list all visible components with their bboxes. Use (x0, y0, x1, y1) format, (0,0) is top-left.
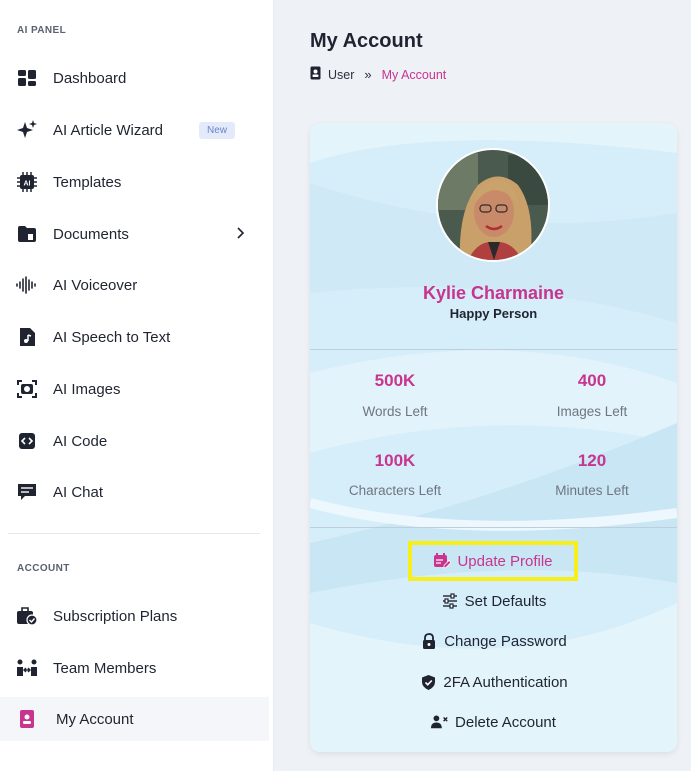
delete-account-button[interactable]: Delete Account (310, 711, 677, 733)
sidebar-item-ai-code[interactable]: AI Code (0, 419, 269, 463)
camera-icon (16, 378, 38, 400)
update-profile-label: Update Profile (457, 552, 553, 570)
chat-icon (16, 481, 38, 503)
sparkles-icon (16, 119, 38, 141)
lock-icon (420, 632, 438, 650)
audio-file-icon (16, 326, 38, 348)
avatar[interactable] (436, 148, 550, 262)
soundwave-icon (16, 274, 38, 296)
team-icon (16, 657, 38, 679)
stat-label-characters: Characters Left (348, 483, 442, 498)
sidebar-item-ai-speech-to-text[interactable]: AI Speech to Text (0, 315, 269, 359)
change-password-label: Change Password (444, 632, 567, 650)
stat-label-words: Words Left (362, 404, 428, 419)
shield-check-icon (419, 673, 437, 691)
id-badge-icon (16, 708, 38, 730)
sidebar-item-label: Dashboard (53, 69, 127, 87)
id-card-icon (310, 66, 321, 83)
breadcrumb: User » My Account (310, 66, 446, 83)
stat-value-images: 400 (577, 371, 607, 390)
set-defaults-label: Set Defaults (464, 592, 547, 610)
set-defaults-button[interactable]: Set Defaults (310, 590, 677, 612)
sidebar-item-ai-voiceover[interactable]: AI Voiceover (0, 263, 269, 307)
update-profile-button[interactable]: Update Profile (408, 541, 578, 581)
dashboard-icon (16, 67, 38, 89)
breadcrumb-current[interactable]: My Account (382, 68, 447, 82)
sidebar-item-label: AI Chat (53, 483, 104, 501)
sidebar-item-my-account[interactable]: My Account (0, 697, 269, 741)
user-remove-icon (431, 713, 449, 731)
stat-value-minutes: 120 (577, 451, 607, 470)
delete-account-label: Delete Account (455, 713, 556, 731)
sidebar-item-templates[interactable]: AI Templates (0, 160, 269, 204)
calendar-edit-icon (433, 552, 452, 570)
2fa-authentication-label: 2FA Authentication (443, 673, 568, 691)
profile-card: Kylie Charmaine Happy Person 500K Words … (310, 123, 677, 752)
page-title: My Account (310, 30, 423, 52)
sidebar-item-ai-images[interactable]: AI Images (0, 367, 269, 411)
stat-value-characters: 100K (374, 451, 416, 470)
profile-name: Kylie Charmaine (422, 283, 565, 303)
sidebar-item-ai-chat[interactable]: AI Chat (0, 470, 269, 514)
chevron-right-icon (235, 226, 245, 245)
2fa-authentication-button[interactable]: 2FA Authentication (310, 671, 677, 693)
sidebar-item-label: AI Code (53, 432, 108, 450)
code-icon (16, 430, 38, 452)
stat-value-words: 500K (374, 371, 416, 390)
sidebar-item-label: AI Voiceover (53, 276, 138, 294)
sidebar-item-subscription-plans[interactable]: Subscription Plans (0, 594, 269, 638)
sidebar-item-label: My Account (56, 710, 134, 728)
ai-chip-icon: AI (16, 171, 38, 193)
sidebar-item-label: AI Images (53, 380, 121, 398)
sidebar-item-label: AI Article Wizard (53, 121, 164, 139)
sidebar-divider (8, 533, 260, 534)
card-divider (310, 349, 677, 350)
sidebar-item-team-members[interactable]: Team Members (0, 646, 269, 690)
sidebar-item-label: Templates (53, 173, 122, 191)
change-password-button[interactable]: Change Password (310, 630, 677, 652)
stat-label-images: Images Left (556, 404, 628, 419)
sidebar-item-label: AI Speech to Text (53, 328, 171, 346)
sidebar-item-label: Team Members (53, 659, 157, 677)
sidebar-item-label: Subscription Plans (53, 607, 178, 625)
stat-label-minutes: Minutes Left (555, 483, 629, 498)
sidebar-item-dashboard[interactable]: Dashboard (0, 56, 269, 100)
card-divider (310, 527, 677, 528)
profile-role: Happy Person (449, 306, 538, 321)
svg-text:AI: AI (24, 181, 31, 188)
sliders-icon (441, 592, 459, 610)
section-label-ai-panel: AI PANEL (17, 25, 67, 36)
sidebar-item-label: Documents (53, 225, 129, 243)
sidebar: AI PANEL Dashboard AI Article Wizard New… (0, 0, 274, 771)
section-label-account: ACCOUNT (17, 563, 70, 574)
breadcrumb-separator: » (364, 67, 372, 82)
sidebar-item-documents[interactable]: Documents (0, 212, 269, 256)
folder-icon (16, 223, 38, 245)
briefcase-check-icon (16, 605, 38, 627)
sidebar-item-ai-article-wizard[interactable]: AI Article Wizard New (0, 108, 269, 152)
breadcrumb-user-link[interactable]: User (328, 68, 354, 82)
new-badge: New (199, 121, 236, 139)
